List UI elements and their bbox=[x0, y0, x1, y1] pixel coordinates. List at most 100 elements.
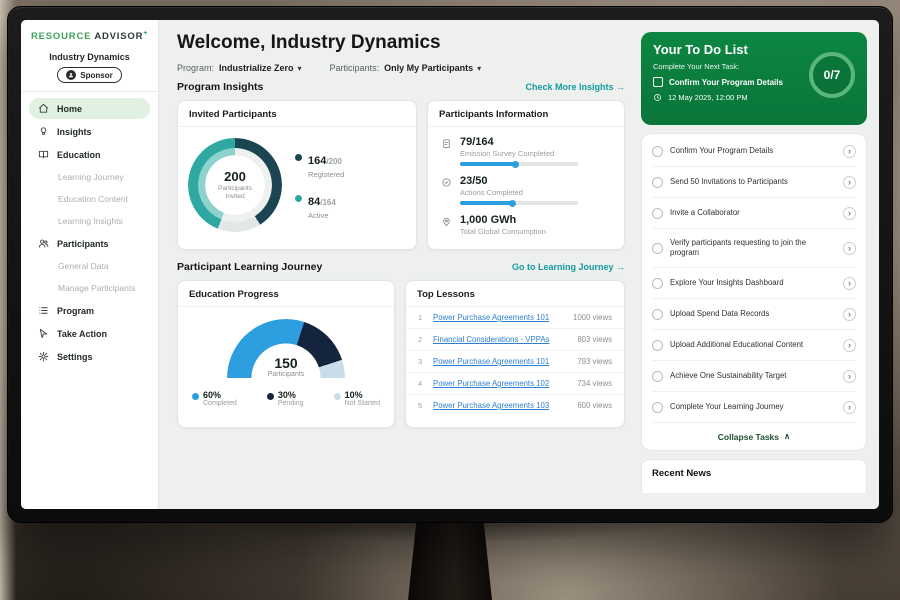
chevron-right-icon[interactable]: › bbox=[843, 370, 856, 383]
sidebar-item-manage-participants[interactable]: Manage Participants bbox=[29, 278, 150, 298]
sidebar-item-label: Learning Insights bbox=[58, 216, 123, 226]
participants-filter[interactable]: Participants: Only My Participants ▾ bbox=[330, 63, 482, 73]
checkbox-circle-icon[interactable] bbox=[652, 402, 663, 413]
task-row-complete-learning-journey[interactable]: Complete Your Learning Journey › bbox=[652, 392, 856, 423]
stat-global-consumption: 1,000 GWh Total Global Consumption bbox=[440, 214, 612, 236]
sidebar-item-education[interactable]: Education bbox=[29, 144, 150, 165]
lesson-views: 1000 views bbox=[573, 313, 612, 322]
sidebar-item-learning-journey[interactable]: Learning Journey bbox=[29, 167, 150, 187]
task-label: Complete Your Learning Journey bbox=[670, 402, 836, 413]
task-label: Send 50 Invitations to Participants bbox=[670, 177, 836, 188]
chevron-right-icon[interactable]: › bbox=[843, 145, 856, 158]
checkbox-circle-icon[interactable] bbox=[652, 278, 663, 289]
checkbox-circle-icon[interactable] bbox=[652, 371, 663, 382]
main-content: Welcome, Industry Dynamics Program: Indu… bbox=[159, 20, 639, 509]
clipboard-icon bbox=[440, 136, 452, 166]
learning-journey-cards: Education Progress 150 Participants bbox=[177, 280, 625, 428]
legend-pct: 60% bbox=[203, 390, 237, 400]
chevron-right-icon[interactable]: › bbox=[843, 277, 856, 290]
education-progress-gauge-chart: 150 Participants bbox=[227, 319, 345, 378]
lesson-row[interactable]: 5 Power Purchase Agreements 103 600 view… bbox=[406, 395, 624, 416]
sponsor-badge[interactable]: Sponsor bbox=[57, 67, 121, 83]
sidebar-item-take-action[interactable]: Take Action bbox=[29, 323, 150, 344]
sidebar-item-insights[interactable]: Insights bbox=[29, 121, 150, 142]
collapse-tasks-button[interactable]: Collapse Tasks ∧ bbox=[652, 423, 856, 446]
sidebar-item-home[interactable]: Home bbox=[29, 98, 150, 119]
stat-label: Emission Survey Completed bbox=[460, 149, 578, 158]
program-insights-header: Program Insights Check More Insights → bbox=[177, 81, 625, 93]
checkbox-circle-icon[interactable] bbox=[652, 309, 663, 320]
stat-value: 79/164 bbox=[460, 136, 578, 148]
logo-advisor: ADVISOR bbox=[94, 31, 143, 42]
checkbox-circle-icon[interactable] bbox=[652, 177, 663, 188]
legend-completed: 60% Completed bbox=[192, 390, 237, 407]
task-row-explore-insights[interactable]: Explore Your Insights Dashboard › bbox=[652, 268, 856, 299]
checkbox-circle-icon[interactable] bbox=[652, 208, 663, 219]
chevron-right-icon[interactable]: › bbox=[843, 176, 856, 189]
logo-plus: + bbox=[143, 30, 148, 37]
chevron-right-icon[interactable]: › bbox=[843, 207, 856, 220]
task-row-confirm-program[interactable]: Confirm Your Program Details › bbox=[652, 136, 856, 167]
lesson-views: 803 views bbox=[577, 335, 612, 344]
check-circle-icon bbox=[440, 175, 452, 205]
task-row-verify-participants[interactable]: Verify participants requesting to join t… bbox=[652, 229, 856, 268]
task-row-achieve-target[interactable]: Achieve One Sustainability Target › bbox=[652, 361, 856, 392]
lesson-row[interactable]: 2 Financial Considerations - VPPAs 803 v… bbox=[406, 329, 624, 351]
donut-legend: 164/200 Registered 84/164 Active bbox=[295, 151, 344, 220]
task-label: Achieve One Sustainability Target bbox=[670, 371, 836, 382]
lesson-views: 600 views bbox=[577, 401, 612, 410]
sidebar-item-learning-insights[interactable]: Learning Insights bbox=[29, 211, 150, 231]
lesson-rank: 4 bbox=[418, 379, 425, 388]
sidebar: RESOURCE ADVISOR+ Industry Dynamics Spon… bbox=[21, 20, 159, 509]
legend-pct: 30% bbox=[278, 390, 304, 400]
legend-label: Completed bbox=[203, 400, 237, 407]
program-filter[interactable]: Program: Industrialize Zero ▾ bbox=[177, 63, 302, 73]
chevron-right-icon[interactable]: › bbox=[843, 242, 856, 255]
chevron-right-icon[interactable]: › bbox=[843, 339, 856, 352]
lesson-link[interactable]: Financial Considerations - VPPAs bbox=[433, 335, 569, 344]
checkbox-circle-icon[interactable] bbox=[652, 146, 663, 157]
section-title: Program Insights bbox=[177, 81, 263, 93]
lesson-link[interactable]: Power Purchase Agreements 101 bbox=[433, 313, 565, 322]
lesson-link[interactable]: Power Purchase Agreements 103 bbox=[433, 401, 569, 410]
sidebar-item-settings[interactable]: Settings bbox=[29, 346, 150, 367]
chevron-right-icon[interactable]: › bbox=[843, 308, 856, 321]
lesson-row[interactable]: 1 Power Purchase Agreements 101 1000 vie… bbox=[406, 307, 624, 329]
sidebar-item-program[interactable]: Program bbox=[29, 300, 150, 321]
lesson-link[interactable]: Power Purchase Agreements 102 bbox=[433, 379, 569, 388]
task-row-send-invitations[interactable]: Send 50 Invitations to Participants › bbox=[652, 167, 856, 198]
legend-dot bbox=[295, 154, 302, 161]
lesson-link[interactable]: Power Purchase Agreements 101 bbox=[433, 357, 569, 366]
progress-bar-fill bbox=[460, 201, 514, 205]
lesson-row[interactable]: 3 Power Purchase Agreements 101 793 view… bbox=[406, 351, 624, 373]
checkbox-circle-icon[interactable] bbox=[652, 340, 663, 351]
legend-dot bbox=[295, 195, 302, 202]
task-row-invite-collaborator[interactable]: Invite a Collaborator › bbox=[652, 198, 856, 229]
sidebar-item-participants[interactable]: Participants bbox=[29, 233, 150, 254]
task-row-upload-educational-content[interactable]: Upload Additional Educational Content › bbox=[652, 330, 856, 361]
people-icon bbox=[37, 238, 50, 249]
card-title: Top Lessons bbox=[406, 281, 624, 307]
gauge-center: 150 Participants bbox=[227, 355, 345, 378]
lesson-row[interactable]: 4 Power Purchase Agreements 102 734 view… bbox=[406, 373, 624, 395]
sidebar-nav: Home Insights Education Learning Journey bbox=[29, 98, 150, 367]
task-row-upload-spend-data[interactable]: Upload Spend Data Records › bbox=[652, 299, 856, 330]
progress-bar bbox=[460, 162, 578, 166]
todo-panel: Your To Do List Complete Your Next Task:… bbox=[639, 20, 879, 509]
check-more-insights-link[interactable]: Check More Insights → bbox=[525, 82, 625, 92]
progress-bar-fill bbox=[460, 162, 517, 166]
chevron-right-icon[interactable]: › bbox=[843, 401, 856, 414]
recent-news-header[interactable]: Recent News bbox=[641, 459, 867, 493]
sidebar-item-education-content[interactable]: Education Content bbox=[29, 189, 150, 209]
go-to-learning-journey-link[interactable]: Go to Learning Journey → bbox=[512, 262, 625, 272]
checkbox-circle-icon[interactable] bbox=[652, 243, 663, 254]
participants-filter-value: Only My Participants bbox=[384, 63, 473, 73]
home-icon bbox=[37, 103, 50, 114]
sidebar-divider bbox=[21, 91, 158, 92]
todo-progress-ring: 0/7 bbox=[809, 52, 855, 98]
card-title: Invited Participants bbox=[178, 101, 416, 127]
sidebar-item-general-data[interactable]: General Data bbox=[29, 256, 150, 276]
checkbox-icon[interactable] bbox=[653, 77, 663, 87]
sidebar-item-label: Settings bbox=[57, 352, 93, 362]
gauge-value: 150 bbox=[227, 355, 345, 371]
